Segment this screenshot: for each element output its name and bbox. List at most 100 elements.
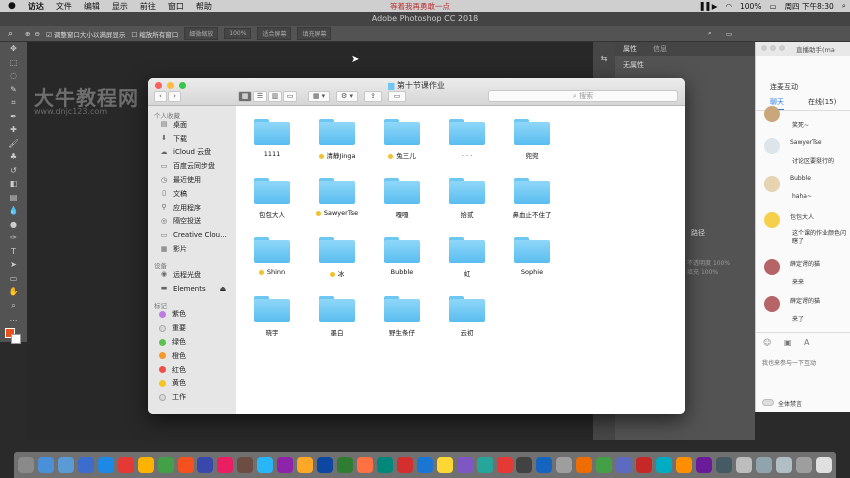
- lasso-tool-icon[interactable]: ◌: [0, 69, 27, 83]
- sidebar-item-baidu[interactable]: ▭ 百度云同步盘: [148, 159, 236, 173]
- tab-properties[interactable]: 属性: [615, 44, 645, 54]
- dock-app-icon[interactable]: [516, 457, 533, 473]
- paths-tab[interactable]: 路径: [691, 228, 705, 238]
- back-button[interactable]: ‹: [154, 91, 167, 102]
- fill-screen-button[interactable]: 填充屏幕: [297, 27, 332, 40]
- group-button[interactable]: ▦ ▾: [308, 91, 330, 102]
- dock-app-icon[interactable]: [476, 457, 493, 473]
- folder-item[interactable]: 墨白: [305, 287, 369, 345]
- folder-item[interactable]: 云初: [435, 287, 499, 345]
- dock-app-icon[interactable]: [117, 457, 134, 473]
- search-icon[interactable]: ⌕: [708, 29, 712, 38]
- blur-tool-icon[interactable]: 💧: [0, 204, 27, 218]
- dock-app-icon[interactable]: [18, 457, 34, 473]
- zoom-button[interactable]: [779, 45, 785, 51]
- sidebar-item-remote-disc[interactable]: ◉ 远程光盘: [148, 268, 236, 282]
- folder-item[interactable]: 鼻血止不住了: [500, 169, 564, 227]
- quick-select-tool-icon[interactable]: ✎: [0, 83, 27, 97]
- sidebar-tag-item[interactable]: 紫色: [148, 308, 236, 322]
- dock-app-icon[interactable]: [795, 457, 812, 473]
- sidebar-item-documents[interactable]: ▯ 文稿: [148, 187, 236, 201]
- menu-item-edit[interactable]: 编辑: [84, 1, 100, 12]
- sidebar-tag-item[interactable]: 绿色: [148, 335, 236, 349]
- eyedropper-tool-icon[interactable]: ✒: [0, 110, 27, 124]
- zoom-tool-icon[interactable]: ⌕: [8, 29, 13, 39]
- dock-app-icon[interactable]: [656, 457, 672, 473]
- type-tool-icon[interactable]: T: [0, 245, 27, 259]
- dock-app-icon[interactable]: [77, 457, 94, 473]
- clock[interactable]: 周四 下午8:30: [785, 1, 834, 12]
- font-icon[interactable]: A: [804, 338, 809, 347]
- sidebar-tag-item[interactable]: 工作: [148, 390, 236, 404]
- move-tool-icon[interactable]: ✥: [0, 42, 27, 56]
- tab-online[interactable]: 在线(15): [808, 97, 836, 107]
- mute-all-toggle[interactable]: [762, 399, 774, 406]
- fit-screen-button[interactable]: 适合屏幕: [257, 27, 292, 40]
- dock-app-icon[interactable]: [317, 457, 334, 473]
- dodge-tool-icon[interactable]: ●: [0, 218, 27, 232]
- dock-app-icon[interactable]: [456, 457, 473, 473]
- dock-app-icon[interactable]: [337, 457, 353, 473]
- sidebar-item-desktop[interactable]: ▤ 桌面: [148, 118, 236, 132]
- menu-item-finder[interactable]: 访达: [28, 1, 44, 12]
- share-button[interactable]: ⇪: [364, 91, 382, 102]
- sidebar-item-elements[interactable]: ▬ Elements ⏏: [148, 282, 236, 296]
- dock-app-icon[interactable]: [396, 457, 413, 473]
- dock-app-icon[interactable]: [695, 457, 712, 473]
- sidebar-item-downloads[interactable]: ⬇ 下载: [148, 132, 236, 146]
- battery-icon[interactable]: ▭: [769, 2, 776, 11]
- menu-item-file[interactable]: 文件: [56, 1, 72, 12]
- sidebar-tag-item[interactable]: 红色: [148, 363, 236, 377]
- folder-item[interactable]: Sophie: [500, 228, 564, 286]
- dock-app-icon[interactable]: [356, 457, 373, 473]
- folder-item[interactable]: 兜兜: [500, 110, 564, 168]
- emoji-icon[interactable]: ☺: [763, 338, 771, 347]
- folder-item[interactable]: 虹: [435, 228, 499, 286]
- sidebar-tag-item[interactable]: 黄色: [148, 377, 236, 391]
- dock-app-icon[interactable]: [177, 457, 194, 473]
- tab-info[interactable]: 信息: [645, 44, 675, 54]
- shape-tool-icon[interactable]: ▭: [0, 272, 27, 286]
- search-field[interactable]: ⌕ 搜索: [488, 90, 678, 102]
- folder-item[interactable]: 嘎嘎: [370, 169, 434, 227]
- dock-app-icon[interactable]: [157, 457, 174, 473]
- folder-item[interactable]: 兔三儿: [370, 110, 434, 168]
- folder-item[interactable]: 包包大人: [240, 169, 304, 227]
- sidebar-item-airdrop[interactable]: ◎ 隔空投送: [148, 215, 236, 229]
- zoom-percent-field[interactable]: 100%: [224, 28, 252, 39]
- eject-icon[interactable]: ⏏: [220, 285, 227, 293]
- dock-app-icon[interactable]: [257, 457, 274, 473]
- pen-tool-icon[interactable]: ✑: [0, 231, 27, 245]
- dock-app-icon[interactable]: [675, 457, 692, 473]
- menu-item-window[interactable]: 窗口: [168, 1, 184, 12]
- sidebar-item-icloud[interactable]: ☁ iCloud 云盘: [148, 146, 236, 160]
- dock-app-icon[interactable]: [297, 457, 314, 473]
- stamp-tool-icon[interactable]: ♣: [0, 150, 27, 164]
- sidebar-tag-item[interactable]: 橙色: [148, 349, 236, 363]
- dock-app-icon[interactable]: [636, 457, 653, 473]
- menu-item-go[interactable]: 前往: [140, 1, 156, 12]
- dock-app-icon[interactable]: [536, 457, 553, 473]
- menu-item-help[interactable]: 帮助: [196, 1, 212, 12]
- zoom-out-icon[interactable]: ⊖: [35, 30, 40, 38]
- marquee-tool-icon[interactable]: ⬚: [0, 56, 27, 70]
- eraser-tool-icon[interactable]: ◧: [0, 177, 27, 191]
- more-tools-icon[interactable]: …: [0, 312, 27, 326]
- dock-app-icon[interactable]: [556, 457, 573, 473]
- sidebar-item-movies[interactable]: ▦ 影片: [148, 242, 236, 256]
- folder-item[interactable]: Bubble: [370, 228, 434, 286]
- gradient-tool-icon[interactable]: ▤: [0, 191, 27, 205]
- chat-input[interactable]: 我也来参与一下互动: [762, 358, 816, 367]
- history-icon[interactable]: ⇆: [593, 52, 615, 66]
- dock-app-icon[interactable]: [755, 457, 772, 473]
- healing-tool-icon[interactable]: ✚: [0, 123, 27, 137]
- scrubby-zoom-button[interactable]: 细微缩放: [184, 27, 219, 40]
- tags-button[interactable]: ▭: [388, 91, 406, 102]
- dock-app-icon[interactable]: [197, 457, 214, 473]
- brush-tool-icon[interactable]: 🖌: [0, 137, 27, 151]
- zoom-all-checkbox[interactable]: ☐ 缩放所有窗口: [131, 29, 178, 39]
- dock-app-icon[interactable]: [715, 457, 732, 473]
- folder-item[interactable]: 清静Jinga: [305, 110, 369, 168]
- action-button[interactable]: ⚙ ▾: [336, 91, 358, 102]
- minimize-button[interactable]: [770, 45, 776, 51]
